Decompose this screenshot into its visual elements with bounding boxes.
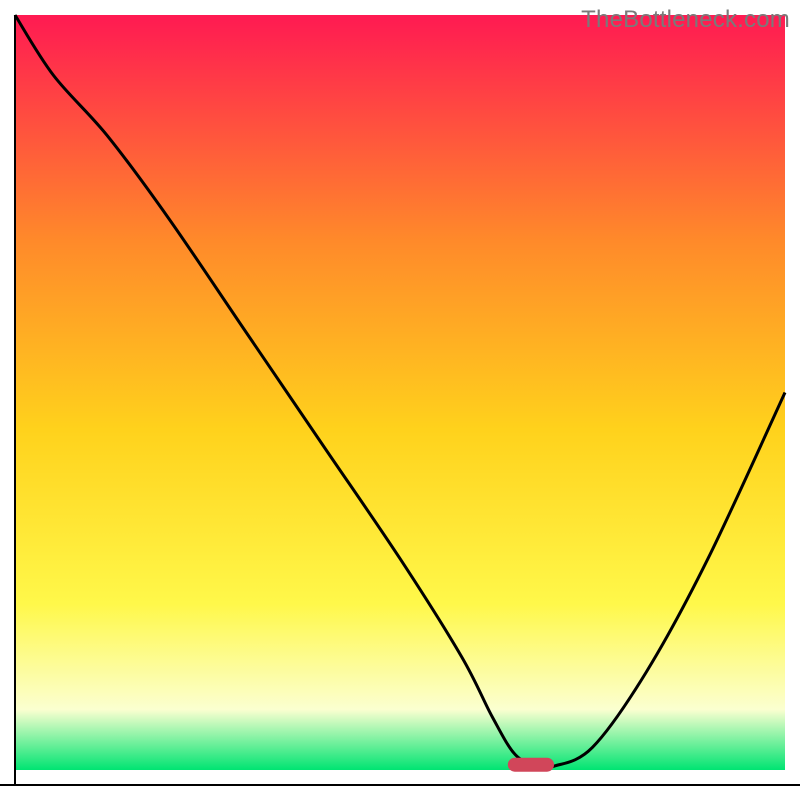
plot-background bbox=[15, 15, 785, 770]
optimal-marker bbox=[508, 758, 554, 772]
watermark-text: TheBottleneck.com bbox=[581, 6, 790, 34]
bottleneck-chart bbox=[0, 0, 800, 800]
chart-container: TheBottleneck.com bbox=[0, 0, 800, 800]
